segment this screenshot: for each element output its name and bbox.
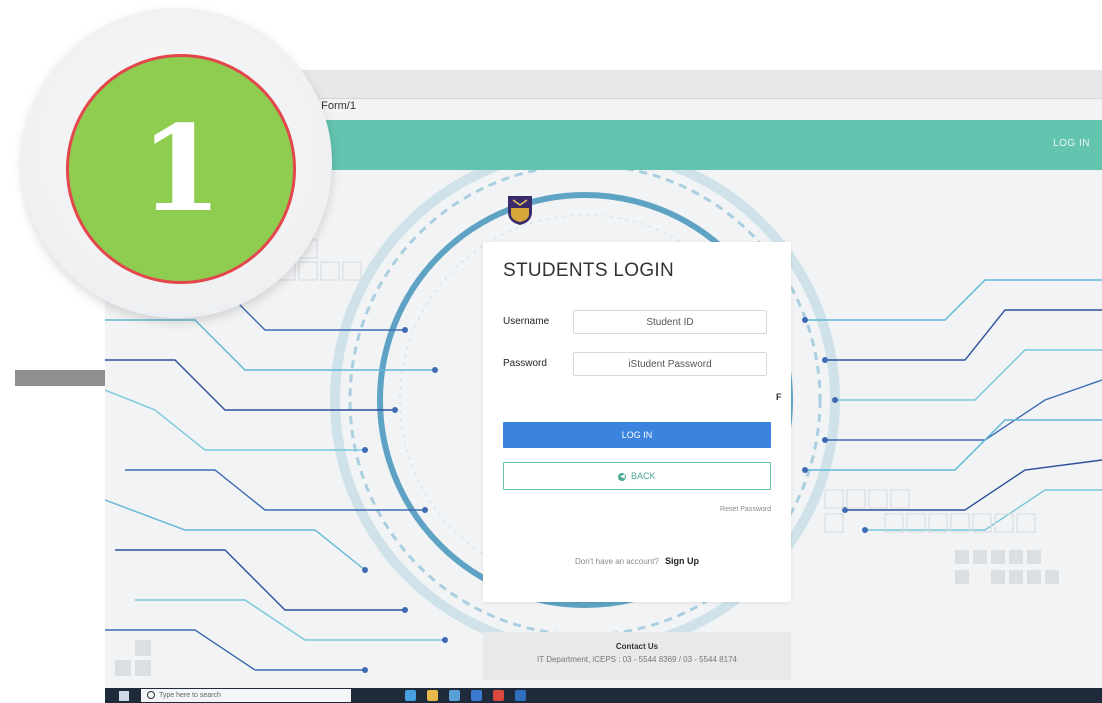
mail-icon[interactable] (471, 690, 482, 701)
login-button-label: LOG IN (621, 430, 653, 440)
header-login-link[interactable]: LOG IN (1053, 138, 1090, 149)
login-title: STUDENTS LOGIN (503, 260, 674, 281)
folder-icon[interactable] (427, 690, 438, 701)
word-icon[interactable] (515, 690, 526, 701)
edge-icon[interactable] (405, 690, 416, 701)
username-input[interactable]: Student ID (573, 310, 767, 334)
store-icon[interactable] (449, 690, 460, 701)
login-card: STUDENTS LOGIN Username Student ID Passw… (483, 242, 791, 602)
password-label: Password (503, 358, 547, 369)
back-arrow-icon: ◀ (618, 472, 627, 481)
back-button-label: BACK (631, 471, 656, 481)
password-input[interactable]: iStudent Password (573, 352, 767, 376)
contact-box: Contact Us IT Department, iCEPS : 03 - 5… (483, 632, 791, 680)
forgot-password-fragment[interactable]: F (776, 392, 782, 402)
step-badge-number: 1 (139, 99, 223, 238)
signup-row: Don't have an account? Sign Up (483, 556, 791, 566)
reset-password-link[interactable]: Reset Password (720, 506, 771, 513)
username-label: Username (503, 316, 550, 327)
signup-link[interactable]: Sign Up (665, 556, 699, 566)
no-account-text: Don't have an account? (574, 557, 659, 566)
login-button[interactable]: LOG IN (503, 422, 771, 448)
connector-bar (15, 370, 105, 386)
windows-taskbar: Type here to search (105, 688, 1102, 703)
taskbar-search-box[interactable]: Type here to search (141, 689, 351, 702)
windows-start-icon[interactable] (119, 691, 129, 701)
search-icon (147, 691, 155, 699)
back-button[interactable]: ◀ BACK (503, 462, 771, 490)
university-logo (508, 196, 532, 225)
contact-info: IT Department, iCEPS : 03 - 5544 8369 / … (537, 655, 737, 664)
contact-title: Contact Us (615, 642, 659, 651)
chrome-icon[interactable] (493, 690, 504, 701)
